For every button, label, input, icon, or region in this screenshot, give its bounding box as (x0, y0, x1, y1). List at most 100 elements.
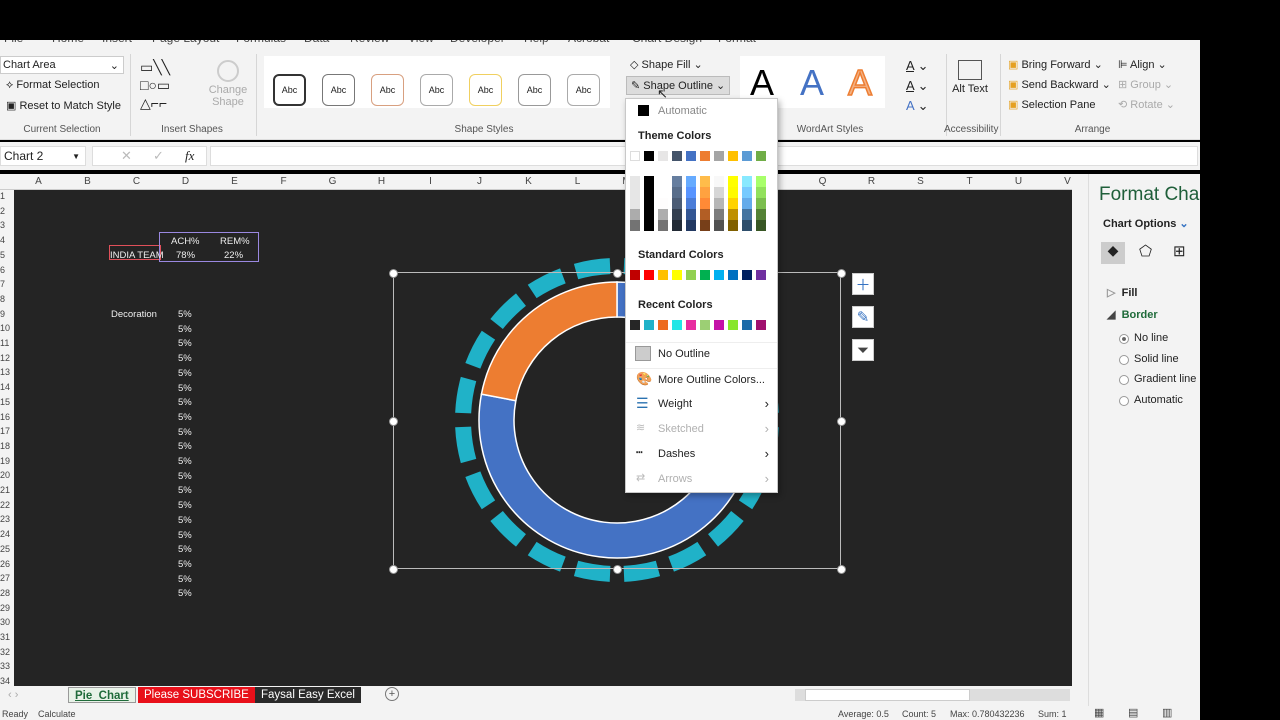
standard-color-swatch[interactable] (714, 270, 724, 280)
theme-color-shade[interactable] (686, 187, 696, 198)
recent-color-swatch[interactable] (728, 320, 738, 330)
theme-color-shade[interactable] (714, 220, 724, 231)
resize-handle[interactable] (389, 417, 398, 426)
row-header[interactable]: 2 (0, 206, 14, 216)
align-button[interactable]: ⊫ Align ⌄ (1118, 58, 1167, 71)
theme-color-shade[interactable] (672, 209, 682, 220)
theme-color-shade[interactable] (686, 198, 696, 209)
fill-section[interactable]: ▷ Fill (1107, 286, 1137, 299)
resize-handle[interactable] (837, 269, 846, 278)
theme-color-shade[interactable] (756, 209, 766, 220)
theme-color-swatch[interactable] (658, 151, 668, 161)
row-header[interactable]: 29 (0, 603, 14, 613)
theme-color-swatch[interactable] (630, 151, 640, 161)
standard-color-swatch[interactable] (742, 270, 752, 280)
size-properties-tab[interactable]: ⊞ (1173, 242, 1186, 260)
row-header[interactable]: 4 (0, 235, 14, 245)
dashes-item[interactable]: ┅ Dashes › (626, 443, 777, 465)
cell-ach[interactable]: 78% (176, 250, 195, 261)
theme-color-swatch[interactable] (700, 151, 710, 161)
chart-elements-button[interactable]: ＋ (852, 273, 874, 295)
row-header[interactable]: 25 (0, 544, 14, 554)
row-header[interactable]: 9 (0, 309, 14, 319)
cell-decoration-value[interactable]: 5% (178, 338, 192, 349)
row-header[interactable]: 31 (0, 632, 14, 642)
rotate-button[interactable]: ⟲ Rotate ⌄ (1118, 98, 1175, 111)
theme-color-shade[interactable] (686, 220, 696, 231)
theme-color-swatch[interactable] (644, 151, 654, 161)
column-header[interactable]: C (112, 176, 161, 187)
theme-color-shade[interactable] (700, 176, 710, 187)
row-header[interactable]: 28 (0, 588, 14, 598)
theme-color-shade[interactable] (700, 187, 710, 198)
row-header[interactable]: 32 (0, 647, 14, 657)
radio-button[interactable] (1119, 334, 1129, 344)
send-backward-button[interactable]: ▣ Send Backward ⌄ (1008, 78, 1111, 91)
column-header[interactable]: E (210, 176, 259, 187)
standard-color-swatch[interactable] (756, 270, 766, 280)
cell-decoration-value[interactable]: 5% (178, 383, 192, 394)
theme-color-shade[interactable] (630, 187, 640, 198)
row-header[interactable]: 24 (0, 529, 14, 539)
resize-handle[interactable] (837, 417, 846, 426)
cell-team[interactable]: INDIA TEAM (110, 250, 164, 261)
theme-color-shade[interactable] (728, 209, 738, 220)
theme-color-shade[interactable] (728, 220, 738, 231)
row-header[interactable]: 20 (0, 470, 14, 480)
recent-color-swatch[interactable] (630, 320, 640, 330)
theme-color-shade[interactable] (728, 187, 738, 198)
recent-color-swatch[interactable] (686, 320, 696, 330)
cell-decoration-value[interactable]: 5% (178, 353, 192, 364)
theme-color-shade[interactable] (644, 187, 654, 198)
resize-handle[interactable] (389, 269, 398, 278)
theme-color-shade[interactable] (630, 176, 640, 187)
row-header[interactable]: 22 (0, 500, 14, 510)
row-header[interactable]: 7 (0, 279, 14, 289)
page-layout-icon[interactable]: ▤ (1128, 706, 1138, 719)
name-box[interactable]: Chart 2 ▼ (0, 146, 86, 166)
column-header[interactable]: Q (798, 176, 847, 187)
normal-view-icon[interactable]: ▦ (1094, 706, 1104, 719)
cell-decoration-value[interactable]: 5% (178, 588, 192, 599)
cell-decoration-value[interactable]: 5% (178, 397, 192, 408)
theme-color-shade[interactable] (728, 176, 738, 187)
chart-filters-button[interactable]: ⏷ (852, 339, 874, 361)
border-option-label[interactable]: Solid line (1134, 353, 1179, 365)
standard-color-swatch[interactable] (686, 270, 696, 280)
chart-element-dropdown[interactable]: Chart Area ⌄ (0, 56, 124, 74)
theme-color-shade[interactable] (658, 220, 668, 231)
change-shape-button[interactable]: Change Shape (208, 60, 248, 108)
theme-color-shade[interactable] (672, 220, 682, 231)
row-header[interactable]: 11 (0, 338, 14, 348)
cell-rem-header[interactable]: REM% (220, 236, 250, 247)
column-header[interactable]: S (896, 176, 945, 187)
column-header[interactable]: J (455, 176, 504, 187)
cell-decoration-value[interactable]: 5% (178, 530, 192, 541)
row-header[interactable]: 27 (0, 573, 14, 583)
horizontal-scrollbar[interactable] (795, 689, 1070, 701)
theme-color-swatch[interactable] (672, 151, 682, 161)
scroll-thumb[interactable] (805, 689, 970, 701)
recent-color-swatch[interactable] (714, 320, 724, 330)
shape-outline-button[interactable]: ✎ Shape Outline ⌄ (626, 76, 731, 95)
fill-line-tab[interactable]: ◆ (1101, 242, 1125, 264)
column-header[interactable]: A (14, 176, 63, 187)
radio-button[interactable] (1119, 395, 1129, 406)
theme-color-shade[interactable] (714, 209, 724, 220)
cell-decoration-value[interactable]: 5% (178, 412, 192, 423)
row-header[interactable]: 33 (0, 661, 14, 671)
recent-color-swatch[interactable] (644, 320, 654, 330)
standard-color-swatch[interactable] (630, 270, 640, 280)
enter-icon[interactable]: ✓ (153, 148, 164, 164)
theme-color-shade[interactable] (658, 187, 668, 198)
row-header[interactable]: 18 (0, 441, 14, 451)
resize-handle[interactable] (837, 565, 846, 574)
cell-decoration-value[interactable]: 5% (178, 368, 192, 379)
theme-color-shade[interactable] (658, 198, 668, 209)
row-header[interactable]: 1 (0, 191, 14, 201)
theme-color-shade[interactable] (700, 209, 710, 220)
cell-decoration-value[interactable]: 5% (178, 515, 192, 526)
shape-style-preset[interactable]: Abc (469, 74, 502, 106)
cell-decoration-value[interactable]: 5% (178, 471, 192, 482)
recent-color-swatch[interactable] (742, 320, 752, 330)
